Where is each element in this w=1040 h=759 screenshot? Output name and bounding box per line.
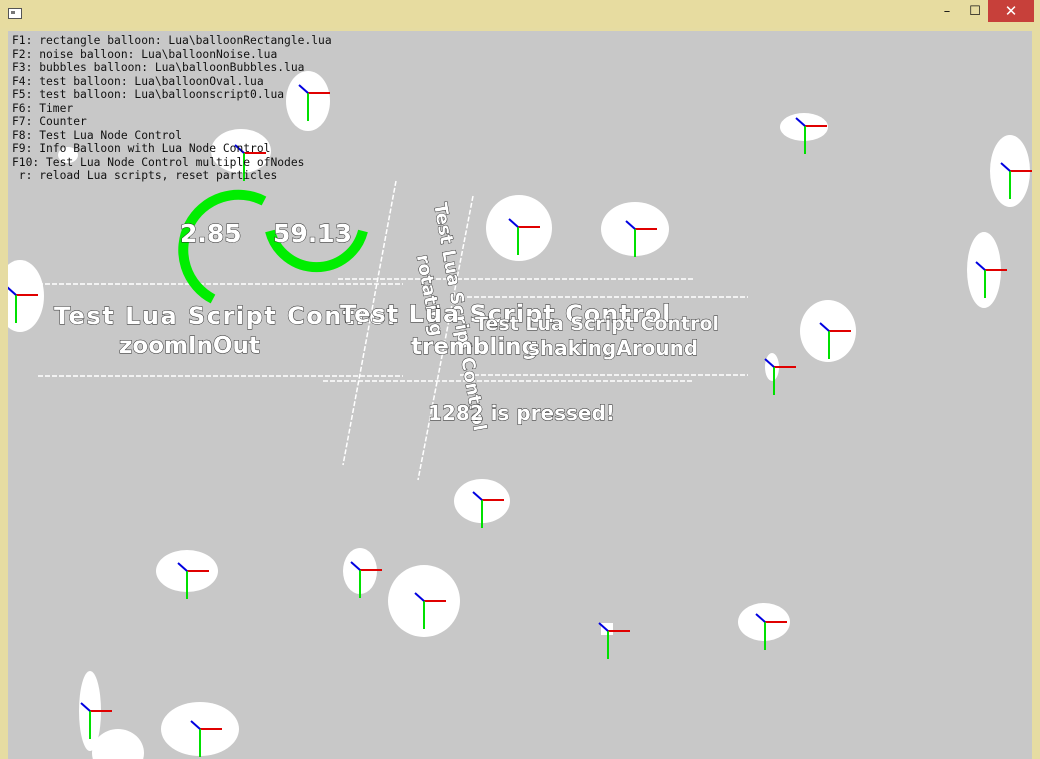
close-icon: ✕ [1004, 2, 1018, 20]
close-button[interactable]: ✕ [988, 0, 1034, 22]
help-line: F4: test balloon: Lua\balloonOval.lua [12, 74, 264, 88]
zoom-control-subtitle: zoomInOut [119, 333, 260, 359]
particle [598, 622, 631, 660]
minimize-button[interactable]: – [932, 0, 962, 22]
particle [454, 479, 510, 529]
help-line: F8: Test Lua Node Control [12, 128, 183, 142]
help-line: F7: Counter [12, 115, 87, 128]
particle [738, 603, 790, 651]
particle [92, 729, 144, 759]
particle [967, 232, 1008, 308]
help-line: F6: Timer [12, 101, 74, 115]
help-line: F1: rectangle balloon: Lua\balloonRectan… [12, 34, 332, 47]
maximize-button[interactable]: ☐ [962, 0, 988, 22]
maximize-icon: ☐ [969, 3, 981, 19]
key-status-text: 1282 is pressed! [428, 401, 615, 425]
particle [8, 260, 44, 332]
timer-left-value: 2.85 [180, 219, 242, 248]
title-bar[interactable]: – ☐ ✕ [0, 0, 1040, 28]
help-line: F10: Test Lua Node Control multiple ofNo… [12, 155, 305, 169]
particle [990, 135, 1032, 207]
shaking-control-title: Test Lua Script Control [475, 313, 719, 335]
particle [800, 300, 856, 362]
timer-right-value: 59.13 [273, 219, 352, 248]
shaking-control-subtitle: shakingAround [528, 336, 698, 360]
help-line: F9: Info Balloon with Lua Node Control [12, 142, 271, 155]
particle [388, 565, 460, 637]
help-line: F5: test balloon: Lua\balloonscript0.lua [12, 88, 285, 101]
particle [601, 202, 669, 258]
particle [764, 353, 797, 396]
help-text: F1: rectangle balloon: Lua\balloonRectan… [12, 34, 332, 183]
particle [343, 548, 383, 599]
help-line: F2: noise balloon: Lua\balloonNoise.lua [12, 47, 278, 61]
particle [780, 113, 828, 155]
trembling-control-subtitle: trembling [411, 334, 538, 360]
render-viewport[interactable]: 2.85 59.13 Test Lua Script Control zoomI… [8, 31, 1032, 759]
particle [486, 195, 552, 261]
application-window: – ☐ ✕ 2.85 59.13 Test Lua Script Control… [0, 0, 1040, 759]
help-line: F3: bubbles balloon: Lua\balloonBubbles.… [12, 61, 305, 74]
app-icon[interactable] [8, 8, 22, 19]
minimize-icon: – [943, 3, 951, 19]
particle [156, 550, 218, 600]
help-line: r: reload Lua scripts, reset particles [12, 169, 278, 182]
particle [161, 702, 239, 758]
